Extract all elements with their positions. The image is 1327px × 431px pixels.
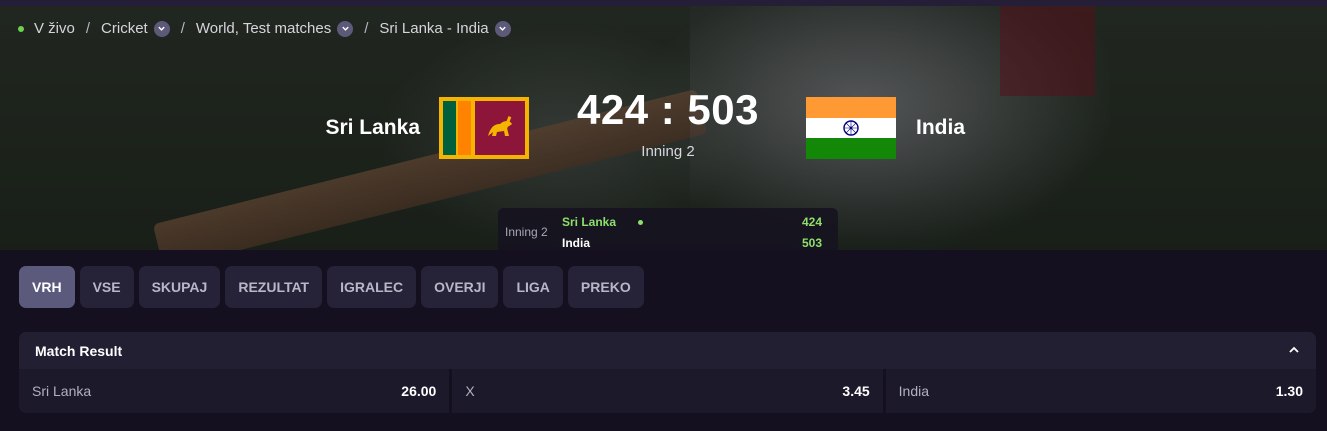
breadcrumb: V živo / Cricket / World, Test matches /… <box>18 20 511 37</box>
tab-overji[interactable]: OVERJI <box>421 266 499 308</box>
market-header[interactable]: Match Result <box>19 332 1316 369</box>
scoreboard-row: Sri Lanka 424 <box>562 215 822 229</box>
tab-vse[interactable]: VSE <box>79 266 134 308</box>
chevron-down-icon[interactable] <box>153 20 170 37</box>
away-team-name: India <box>916 116 966 139</box>
scoreboard-row: India 503 <box>562 236 822 250</box>
tab-vrh[interactable]: VRH <box>19 266 75 308</box>
scoreboard-team: Sri Lanka <box>562 215 617 229</box>
tab-liga[interactable]: LIGA <box>503 266 563 308</box>
tab-rezultat[interactable]: REZULTAT <box>225 266 323 308</box>
tab-skupaj[interactable]: SKUPAJ <box>138 266 221 308</box>
outcome-label: Sri Lanka <box>32 383 92 399</box>
outcome-label: India <box>898 383 930 399</box>
market-title: Match Result <box>35 342 123 359</box>
home-team-name: Sri Lanka <box>325 116 420 139</box>
chevron-down-icon[interactable] <box>494 20 511 37</box>
scoreboard-inning: Inning 2 <box>505 225 548 239</box>
scoreboard-team: India <box>562 236 591 250</box>
batting-indicator-icon <box>638 220 643 225</box>
outcome-odds: 1.30 <box>1275 383 1303 399</box>
outcome-away-button[interactable]: India 1.30 <box>885 369 1316 413</box>
chevron-down-icon[interactable] <box>337 20 354 37</box>
tab-igralec[interactable]: IGRALEC <box>327 266 417 308</box>
breadcrumb-tournament[interactable]: World, Test matches <box>196 20 331 37</box>
breadcrumb-match[interactable]: Sri Lanka - India <box>379 20 488 37</box>
match-result-market: Match Result Sri Lanka 26.00 X 3.45 Indi… <box>19 332 1316 413</box>
chevron-up-icon[interactable] <box>1288 344 1300 356</box>
sri-lanka-flag-icon <box>439 97 529 159</box>
breadcrumb-sport[interactable]: Cricket <box>101 20 148 37</box>
outcome-label: X <box>465 383 475 399</box>
current-inning: Inning 2 <box>641 143 695 160</box>
outcome-home-button[interactable]: Sri Lanka 26.00 <box>19 369 450 413</box>
inning-scoreboard: Inning 2 Sri Lanka 424 India 503 <box>498 208 838 250</box>
match-hero-banner: V živo / Cricket / World, Test matches /… <box>0 6 1327 250</box>
india-flag-icon <box>806 97 896 159</box>
market-tabs: VRH VSE SKUPAJ REZULTAT IGRALEC OVERJI L… <box>19 266 644 308</box>
scoreboard-score: 503 <box>801 236 822 250</box>
outcome-odds: 3.45 <box>842 383 870 399</box>
live-dot-icon <box>18 25 24 32</box>
breadcrumb-live[interactable]: V živo <box>34 20 75 37</box>
tab-preko[interactable]: PREKO <box>567 266 644 308</box>
outcome-odds: 26.00 <box>401 383 437 399</box>
scoreboard-score: 424 <box>801 215 822 229</box>
match-score: 424 : 503 <box>577 86 759 133</box>
market-outcomes: Sri Lanka 26.00 X 3.45 India 1.30 <box>19 369 1316 413</box>
outcome-draw-button[interactable]: X 3.45 <box>452 369 883 413</box>
